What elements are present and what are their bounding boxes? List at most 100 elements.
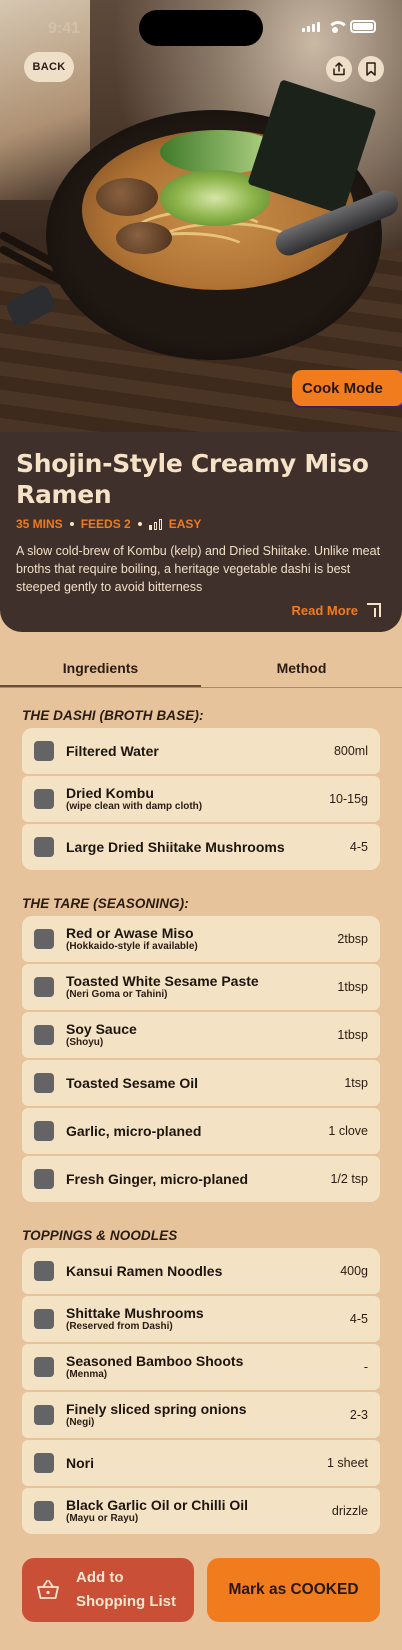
ingredient-qty: 1tbsp bbox=[337, 1028, 368, 1042]
ingredient-text: Seasoned Bamboo Shoots (Menma) bbox=[66, 1353, 364, 1381]
ingredient-note: (Mayu or Rayu) bbox=[66, 1513, 139, 1524]
basket-icon bbox=[37, 1580, 59, 1599]
ingredient-name: Kansui Ramen Noodles bbox=[66, 1262, 223, 1279]
ingredient-qty: 10-15g bbox=[329, 792, 368, 806]
ingredient-row[interactable]: Filtered Water 800ml bbox=[22, 728, 380, 774]
ingredient-text: Garlic, micro-planed bbox=[66, 1122, 328, 1139]
ingredient-qty: 1 sheet bbox=[326, 1456, 368, 1470]
share-icon bbox=[333, 62, 345, 76]
ingredient-name: Red or Awase Miso bbox=[66, 925, 194, 941]
ingredient-name: Soy Sauce bbox=[66, 1021, 137, 1037]
ingredient-checkbox[interactable] bbox=[34, 1453, 54, 1473]
ingredient-row[interactable]: Black Garlic Oil or Chilli Oil (Mayu or … bbox=[22, 1488, 380, 1534]
ingredient-text: Fresh Ginger, micro-planed bbox=[66, 1170, 330, 1187]
ingredient-name: Seasoned Bamboo Shoots bbox=[66, 1353, 244, 1369]
ingredient-checkbox[interactable] bbox=[34, 1357, 54, 1377]
ingredient-row[interactable]: Toasted Sesame Oil 1tsp bbox=[22, 1060, 380, 1106]
ingredient-list: Red or Awase Miso (Hokkaido-style if ava… bbox=[22, 916, 380, 1204]
ingredient-note: (Menma) bbox=[66, 1369, 108, 1380]
recipe-info-card: Shojin-Style Creamy Miso Ramen 35 MINS F… bbox=[0, 432, 402, 632]
ingredient-text: Finely sliced spring onions (Negi) bbox=[66, 1402, 350, 1429]
ingredient-checkbox[interactable] bbox=[34, 1073, 54, 1093]
ingredient-name: Toasted Sesame Oil bbox=[66, 1074, 199, 1091]
ingredient-note: (wipe clean with damp cloth) bbox=[66, 801, 203, 812]
ingredient-row[interactable]: Red or Awase Miso (Hokkaido-style if ava… bbox=[22, 916, 380, 962]
ingredient-name: Shittake Mushrooms bbox=[66, 1305, 204, 1321]
ingredient-row[interactable]: Seasoned Bamboo Shoots (Menma) - bbox=[22, 1344, 380, 1390]
ingredient-row[interactable]: Large Dried Shiitake Mushrooms 4-5 bbox=[22, 824, 380, 870]
ingredient-list: Filtered Water 800ml Dried Kombu (wipe c… bbox=[22, 728, 380, 872]
ingredient-name: Large Dried Shiitake Mushrooms bbox=[66, 838, 285, 855]
ingredient-text: Toasted White Sesame Paste (Neri Goma or… bbox=[66, 974, 337, 1001]
recipe-meta: 35 MINS FEEDS 2 EASY bbox=[16, 517, 386, 531]
signal-icon bbox=[302, 21, 320, 32]
ingredient-qty: 800ml bbox=[333, 744, 368, 758]
bookmark-button[interactable] bbox=[358, 56, 384, 82]
ingredient-note: (Neri Goma or Tahini) bbox=[66, 989, 168, 1000]
ingredient-checkbox[interactable] bbox=[34, 1121, 54, 1141]
section-title: TOPPINGS & NOODLES bbox=[22, 1228, 178, 1243]
ingredient-text: Red or Awase Miso (Hokkaido-style if ava… bbox=[66, 925, 337, 953]
ingredient-checkbox[interactable] bbox=[34, 1261, 54, 1281]
bookmark-icon bbox=[366, 62, 376, 76]
expand-corner-icon bbox=[367, 603, 381, 617]
ingredient-checkbox[interactable] bbox=[34, 789, 54, 809]
meta-separator bbox=[137, 522, 142, 526]
section-title: THE TARE (SEASONING): bbox=[22, 896, 189, 911]
ingredient-row[interactable]: Fresh Ginger, micro-planed 1/2 tsp bbox=[22, 1156, 380, 1202]
ingredient-checkbox[interactable] bbox=[34, 837, 54, 857]
ingredient-row[interactable]: Toasted White Sesame Paste (Neri Goma or… bbox=[22, 964, 380, 1010]
ingredient-name: Filtered Water bbox=[66, 742, 159, 759]
ingredient-qty: 400g bbox=[340, 1264, 368, 1278]
ingredient-checkbox[interactable] bbox=[34, 929, 54, 949]
ingredient-row[interactable]: Garlic, micro-planed 1 clove bbox=[22, 1108, 380, 1154]
ingredient-note: (Shoyu) bbox=[66, 1037, 104, 1048]
ingredient-qty: 4-5 bbox=[349, 840, 368, 854]
recipe-feeds: FEEDS 2 bbox=[80, 517, 131, 531]
ingredient-qty: 1/2 tsp bbox=[330, 1172, 368, 1186]
meta-separator bbox=[69, 522, 74, 526]
share-button[interactable] bbox=[326, 56, 352, 82]
ingredient-name: Fresh Ginger, micro-planed bbox=[66, 1170, 249, 1187]
ingredient-checkbox[interactable] bbox=[34, 1405, 54, 1425]
ingredient-checkbox[interactable] bbox=[34, 977, 54, 997]
recipe-title: Shojin-Style Creamy Miso Ramen bbox=[16, 449, 369, 509]
battery-icon bbox=[350, 20, 376, 33]
tab-ingredients[interactable]: Ingredients bbox=[0, 648, 201, 687]
ingredient-row[interactable]: Shittake Mushrooms (Reserved from Dashi)… bbox=[22, 1296, 380, 1342]
ingredient-qty: 2tbsp bbox=[337, 932, 368, 946]
ingredient-row[interactable]: Soy Sauce (Shoyu) 1tbsp bbox=[22, 1012, 380, 1058]
ingredient-text: Large Dried Shiitake Mushrooms bbox=[66, 838, 350, 855]
ingredient-name: Garlic, micro-planed bbox=[66, 1122, 202, 1139]
ingredient-checkbox[interactable] bbox=[34, 1501, 54, 1521]
ingredient-row[interactable]: Kansui Ramen Noodles 400g bbox=[22, 1248, 380, 1294]
ingredient-checkbox[interactable] bbox=[34, 1309, 54, 1329]
hero-mushroom bbox=[116, 222, 172, 254]
ingredient-checkbox[interactable] bbox=[34, 1169, 54, 1189]
ingredient-row[interactable]: Finely sliced spring onions (Negi) 2-3 bbox=[22, 1392, 380, 1438]
section-title: THE DASHI (BROTH BASE): bbox=[22, 708, 204, 723]
ingredient-checkbox[interactable] bbox=[34, 741, 54, 761]
back-button[interactable]: BACK bbox=[24, 52, 74, 82]
tab-method[interactable]: Method bbox=[201, 648, 402, 687]
ingredient-qty: 2-3 bbox=[349, 1408, 368, 1422]
cook-mode-button[interactable]: Cook Mode bbox=[292, 370, 402, 406]
ingredient-qty: 1 clove bbox=[328, 1124, 368, 1138]
ingredient-row[interactable]: Nori 1 sheet bbox=[22, 1440, 380, 1486]
shopping-label: Add to Shopping List bbox=[76, 1566, 176, 1614]
ingredient-checkbox[interactable] bbox=[34, 1025, 54, 1045]
mark-as-cooked-button[interactable]: Mark as COOKED bbox=[207, 1558, 380, 1622]
ingredient-row[interactable]: Dried Kombu (wipe clean with damp cloth)… bbox=[22, 776, 380, 822]
ingredient-name: Black Garlic Oil or Chilli Oil bbox=[66, 1497, 249, 1513]
add-to-shopping-list-button[interactable]: Add to Shopping List bbox=[22, 1558, 194, 1622]
recipe-difficulty: EASY bbox=[168, 517, 202, 531]
ingredient-text: Soy Sauce (Shoyu) bbox=[66, 1021, 337, 1049]
ingredient-list: Kansui Ramen Noodles 400g Shittake Mushr… bbox=[22, 1248, 380, 1536]
read-more-link[interactable]: Read More bbox=[292, 602, 382, 618]
wifi-icon bbox=[327, 20, 349, 33]
ingredient-qty: drizzle bbox=[331, 1504, 368, 1518]
ingredient-qty: 4-5 bbox=[349, 1312, 368, 1326]
ingredient-qty: 1tbsp bbox=[337, 980, 368, 994]
difficulty-icon bbox=[148, 518, 162, 530]
ingredient-text: Black Garlic Oil or Chilli Oil (Mayu or … bbox=[66, 1497, 332, 1525]
